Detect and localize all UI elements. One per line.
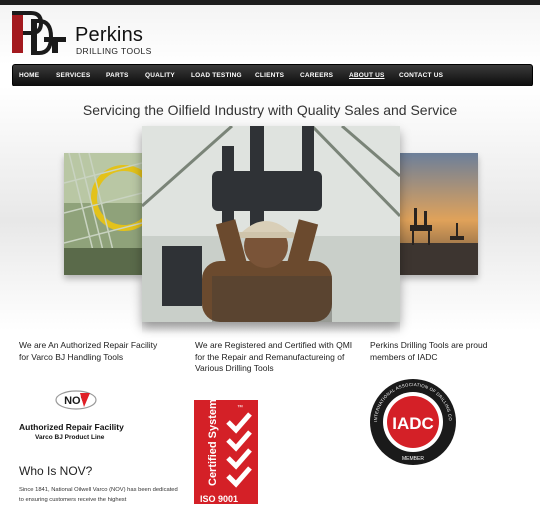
cert-badge-number: ISO 9001 bbox=[200, 494, 238, 504]
nav-quality[interactable]: QUALITY bbox=[145, 65, 175, 86]
iadc-badge-text: IADC bbox=[392, 414, 434, 433]
who-is-nov-body: Since 1841, National Oilwell Varco (NOV)… bbox=[19, 487, 178, 503]
nov-logo-icon[interactable]: NOV bbox=[54, 390, 98, 410]
nav-home[interactable]: HOME bbox=[19, 65, 39, 86]
nav-load-testing[interactable]: LOAD TESTING bbox=[191, 65, 242, 86]
slide-thumbnail-right[interactable] bbox=[400, 153, 478, 275]
nov-heading: We are An Authorized Repair Facility for… bbox=[19, 340, 158, 362]
nav-contact-us[interactable]: CONTACT US bbox=[399, 65, 443, 86]
nov-caption-title: Authorized Repair Facility bbox=[19, 422, 124, 432]
qmi-heading: We are Registered and Certified with QMI… bbox=[195, 340, 353, 373]
hero-tagline: Servicing the Oilfield Industry with Qua… bbox=[82, 102, 458, 118]
driller-at-wellhead-image bbox=[142, 126, 400, 322]
nav-clients[interactable]: CLIENTS bbox=[255, 65, 284, 86]
nav-about-us[interactable]: ABOUT US bbox=[349, 65, 385, 86]
iadc-member-badge[interactable]: IADC INTERNATIONAL ASSOCIATION OF DRILLI… bbox=[369, 378, 457, 466]
brand-subtitle: DRILLING TOOLS bbox=[76, 46, 152, 56]
who-is-nov-heading: Who Is NOV? bbox=[19, 464, 93, 478]
offshore-rig-sunset-image bbox=[400, 153, 478, 275]
certified-system-badge[interactable]: Certified System ™ ISO 9001 bbox=[194, 400, 258, 504]
nav-parts[interactable]: PARTS bbox=[106, 65, 129, 86]
nav-services[interactable]: SERVICES bbox=[56, 65, 90, 86]
main-nav: HOME SERVICES PARTS QUALITY LOAD TESTING… bbox=[12, 64, 533, 87]
iadc-member-text: MEMBER bbox=[402, 456, 424, 462]
cert-badge-text: Certified System bbox=[207, 400, 219, 486]
rig-cage-image bbox=[64, 153, 142, 275]
slide-main-image[interactable] bbox=[142, 126, 400, 322]
svg-text:™: ™ bbox=[237, 404, 243, 411]
nov-caption-subtitle: Varco BJ Product Line bbox=[35, 434, 105, 441]
nav-careers[interactable]: CAREERS bbox=[300, 65, 333, 86]
slider-reflection bbox=[142, 322, 400, 334]
iadc-heading: Perkins Drilling Tools are proud members… bbox=[370, 340, 488, 362]
site-header: Perkins DRILLING TOOLS bbox=[0, 5, 540, 65]
brand-name: Perkins bbox=[75, 24, 144, 46]
slide-thumbnail-left[interactable] bbox=[64, 153, 142, 275]
pdt-logo[interactable] bbox=[11, 11, 67, 57]
